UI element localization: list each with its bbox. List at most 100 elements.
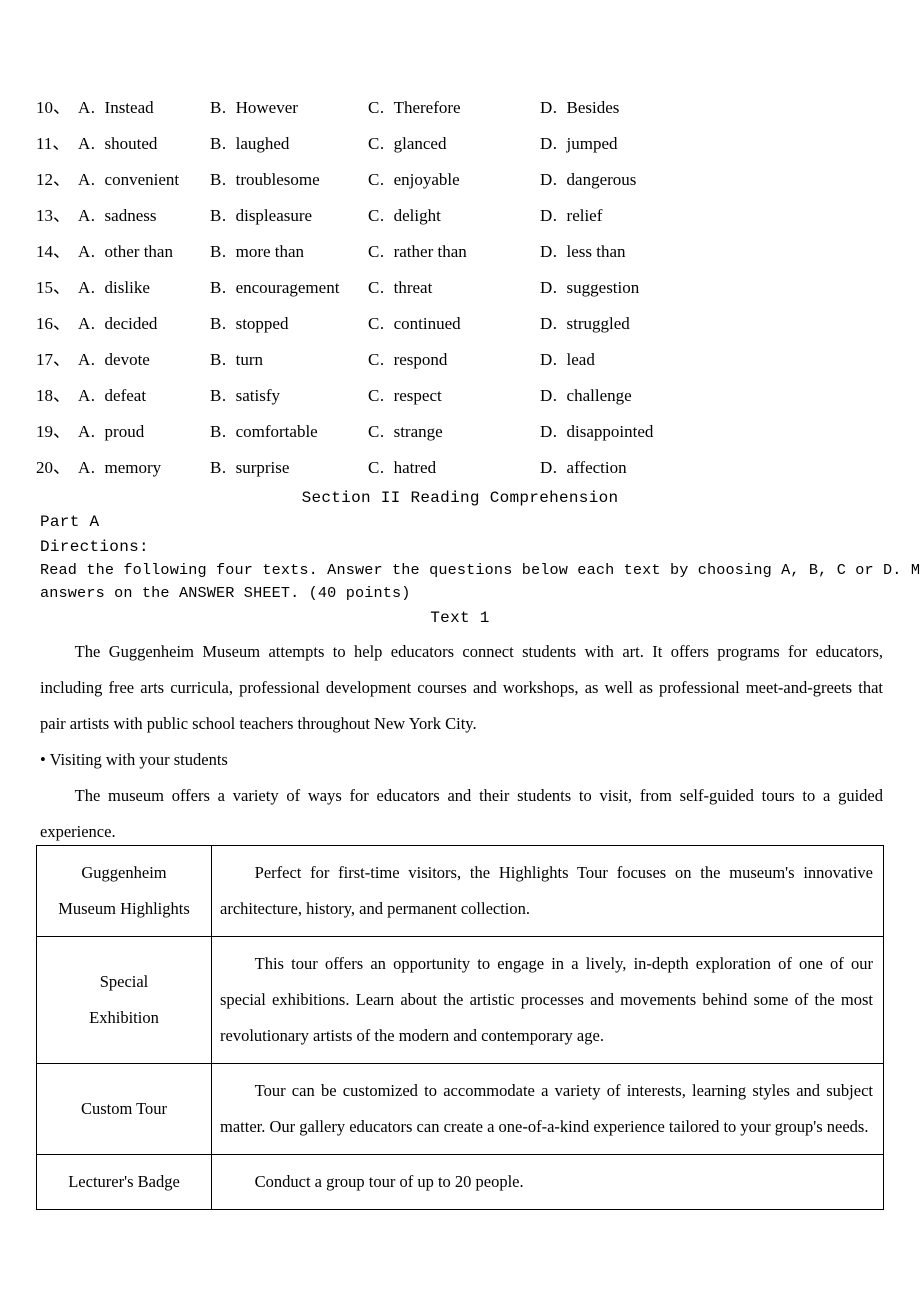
- directions-body: Read the following four texts. Answer th…: [40, 559, 920, 605]
- mc-option-letter: C.: [368, 134, 385, 153]
- mc-option-b[interactable]: B. turn: [210, 342, 263, 378]
- mc-option-letter: B.: [210, 206, 227, 225]
- mc-option-text: devote: [104, 350, 150, 369]
- mc-option-b[interactable]: B. surprise: [210, 450, 289, 486]
- tour-description-cell: Conduct a group tour of up to 20 people.: [211, 1154, 884, 1210]
- mc-option-letter: B.: [210, 242, 227, 261]
- mc-question-row: 19、 A. proud B. comfortable C. strange D. di…: [36, 414, 884, 450]
- mc-option-text: enjoyable: [393, 170, 460, 189]
- mc-option-a[interactable]: A. convenient: [78, 162, 179, 198]
- mc-option-b[interactable]: B. more than: [210, 234, 304, 270]
- mc-option-b[interactable]: B. laughed: [210, 126, 289, 162]
- mc-option-text: decided: [104, 314, 158, 333]
- mc-option-c[interactable]: C. hatred: [368, 450, 436, 486]
- tour-name-line-2: Exhibition: [89, 1008, 159, 1027]
- mc-option-c[interactable]: C. respect: [368, 378, 442, 414]
- mc-option-b[interactable]: B. However: [210, 90, 298, 126]
- mc-option-letter: A.: [78, 170, 96, 189]
- mc-option-c[interactable]: C. glanced: [368, 126, 446, 162]
- mc-option-d[interactable]: D. affection: [540, 450, 627, 486]
- mc-option-d[interactable]: D. jumped: [540, 126, 618, 162]
- mc-option-letter: A.: [78, 314, 96, 333]
- mc-option-c[interactable]: C. respond: [368, 342, 447, 378]
- mc-option-letter: D.: [540, 314, 558, 333]
- mc-question-number: 17、: [36, 350, 70, 369]
- mc-option-d[interactable]: D. lead: [540, 342, 595, 378]
- mc-option-a[interactable]: A. defeat: [78, 378, 146, 414]
- mc-option-letter: C.: [368, 458, 385, 477]
- mc-option-d[interactable]: D. suggestion: [540, 270, 639, 306]
- mc-option-letter: B.: [210, 458, 227, 477]
- tour-name-cell: Guggenheim Museum Highlights: [36, 845, 212, 937]
- mc-option-b[interactable]: B. stopped: [210, 306, 288, 342]
- mc-option-text: Besides: [566, 98, 620, 117]
- mc-option-letter: D.: [540, 278, 558, 297]
- tour-name-cell: Custom Tour: [36, 1063, 212, 1155]
- mc-option-letter: D.: [540, 206, 558, 225]
- mc-option-b[interactable]: B. displeasure: [210, 198, 312, 234]
- mc-question-row: 17、 A. devote B. turn C. respond D. lead: [36, 342, 884, 378]
- mc-option-text: more than: [235, 242, 305, 261]
- mc-option-text: challenge: [566, 386, 632, 405]
- tour-name-line-1: Special: [99, 972, 149, 991]
- text-heading: Text 1: [430, 609, 490, 627]
- mc-option-c[interactable]: C. rather than: [368, 234, 467, 270]
- mc-option-d[interactable]: D. struggled: [540, 306, 630, 342]
- mc-option-a[interactable]: A. devote: [78, 342, 150, 378]
- mc-option-a[interactable]: A. proud: [78, 414, 144, 450]
- mc-question-number: 10、: [36, 98, 70, 117]
- mc-option-a[interactable]: A. dislike: [78, 270, 150, 306]
- tour-name-line-1: Lecturer's Badge: [68, 1172, 180, 1191]
- mc-option-b[interactable]: B. troublesome: [210, 162, 320, 198]
- mc-option-text: hatred: [393, 458, 437, 477]
- mc-option-a[interactable]: A. sadness: [78, 198, 156, 234]
- mc-option-text: proud: [104, 422, 145, 441]
- mc-option-a[interactable]: A. decided: [78, 306, 157, 342]
- mc-option-a[interactable]: A. shouted: [78, 126, 157, 162]
- mc-option-letter: C.: [368, 98, 385, 117]
- mc-option-d[interactable]: D. challenge: [540, 378, 632, 414]
- mc-option-text: turn: [235, 350, 263, 369]
- mc-option-letter: A.: [78, 242, 96, 261]
- directions-line-1: Read the following four texts. Answer th…: [40, 561, 920, 579]
- mc-option-text: lead: [566, 350, 595, 369]
- mc-option-c[interactable]: C. enjoyable: [368, 162, 460, 198]
- mc-option-text: shouted: [104, 134, 158, 153]
- section-heading: Section II Reading Comprehension: [301, 489, 619, 507]
- mc-option-d[interactable]: D. relief: [540, 198, 602, 234]
- mc-option-text: respond: [393, 350, 448, 369]
- tour-description-cell: Perfect for first-time visitors, the Hig…: [211, 845, 884, 937]
- mc-question-row: 20、 A. memory B. surprise C. hatred D. affec…: [36, 450, 884, 486]
- mc-option-text: Therefore: [393, 98, 461, 117]
- mc-option-c[interactable]: C. delight: [368, 198, 441, 234]
- tour-description-text: Tour can be customized to accommodate a …: [220, 1081, 873, 1136]
- mc-option-a[interactable]: A. other than: [78, 234, 173, 270]
- mc-option-letter: B.: [210, 134, 227, 153]
- directions-label: Directions:: [40, 538, 149, 556]
- mc-option-text: strange: [393, 422, 443, 441]
- mc-option-b[interactable]: B. encouragement: [210, 270, 339, 306]
- mc-option-d[interactable]: D. dangerous: [540, 162, 636, 198]
- mc-option-a[interactable]: A. Instead: [78, 90, 154, 126]
- mc-option-b[interactable]: B. comfortable: [210, 414, 318, 450]
- mc-option-c[interactable]: C. strange: [368, 414, 443, 450]
- mc-option-letter: D.: [540, 98, 558, 117]
- mc-option-text: dislike: [104, 278, 150, 297]
- mc-option-d[interactable]: D. Besides: [540, 90, 619, 126]
- mc-option-text: However: [235, 98, 298, 117]
- mc-option-letter: A.: [78, 350, 96, 369]
- mc-option-b[interactable]: B. satisfy: [210, 378, 280, 414]
- mc-question-number: 13、: [36, 206, 70, 225]
- mc-option-c[interactable]: C. continued: [368, 306, 461, 342]
- mc-option-text: encouragement: [235, 278, 340, 297]
- mc-option-a[interactable]: A. memory: [78, 450, 161, 486]
- mc-option-c[interactable]: C. threat: [368, 270, 432, 306]
- mc-option-c[interactable]: C. Therefore: [368, 90, 461, 126]
- tour-description-text: Perfect for first-time visitors, the Hig…: [220, 863, 873, 918]
- mc-option-letter: C.: [368, 170, 385, 189]
- table-row: Lecturer's Badge Conduct a group tour of…: [36, 1154, 884, 1210]
- mc-option-letter: B.: [210, 422, 227, 441]
- mc-option-d[interactable]: D. disappointed: [540, 414, 653, 450]
- mc-option-d[interactable]: D. less than: [540, 234, 626, 270]
- tour-name-line-1: Custom Tour: [80, 1099, 168, 1118]
